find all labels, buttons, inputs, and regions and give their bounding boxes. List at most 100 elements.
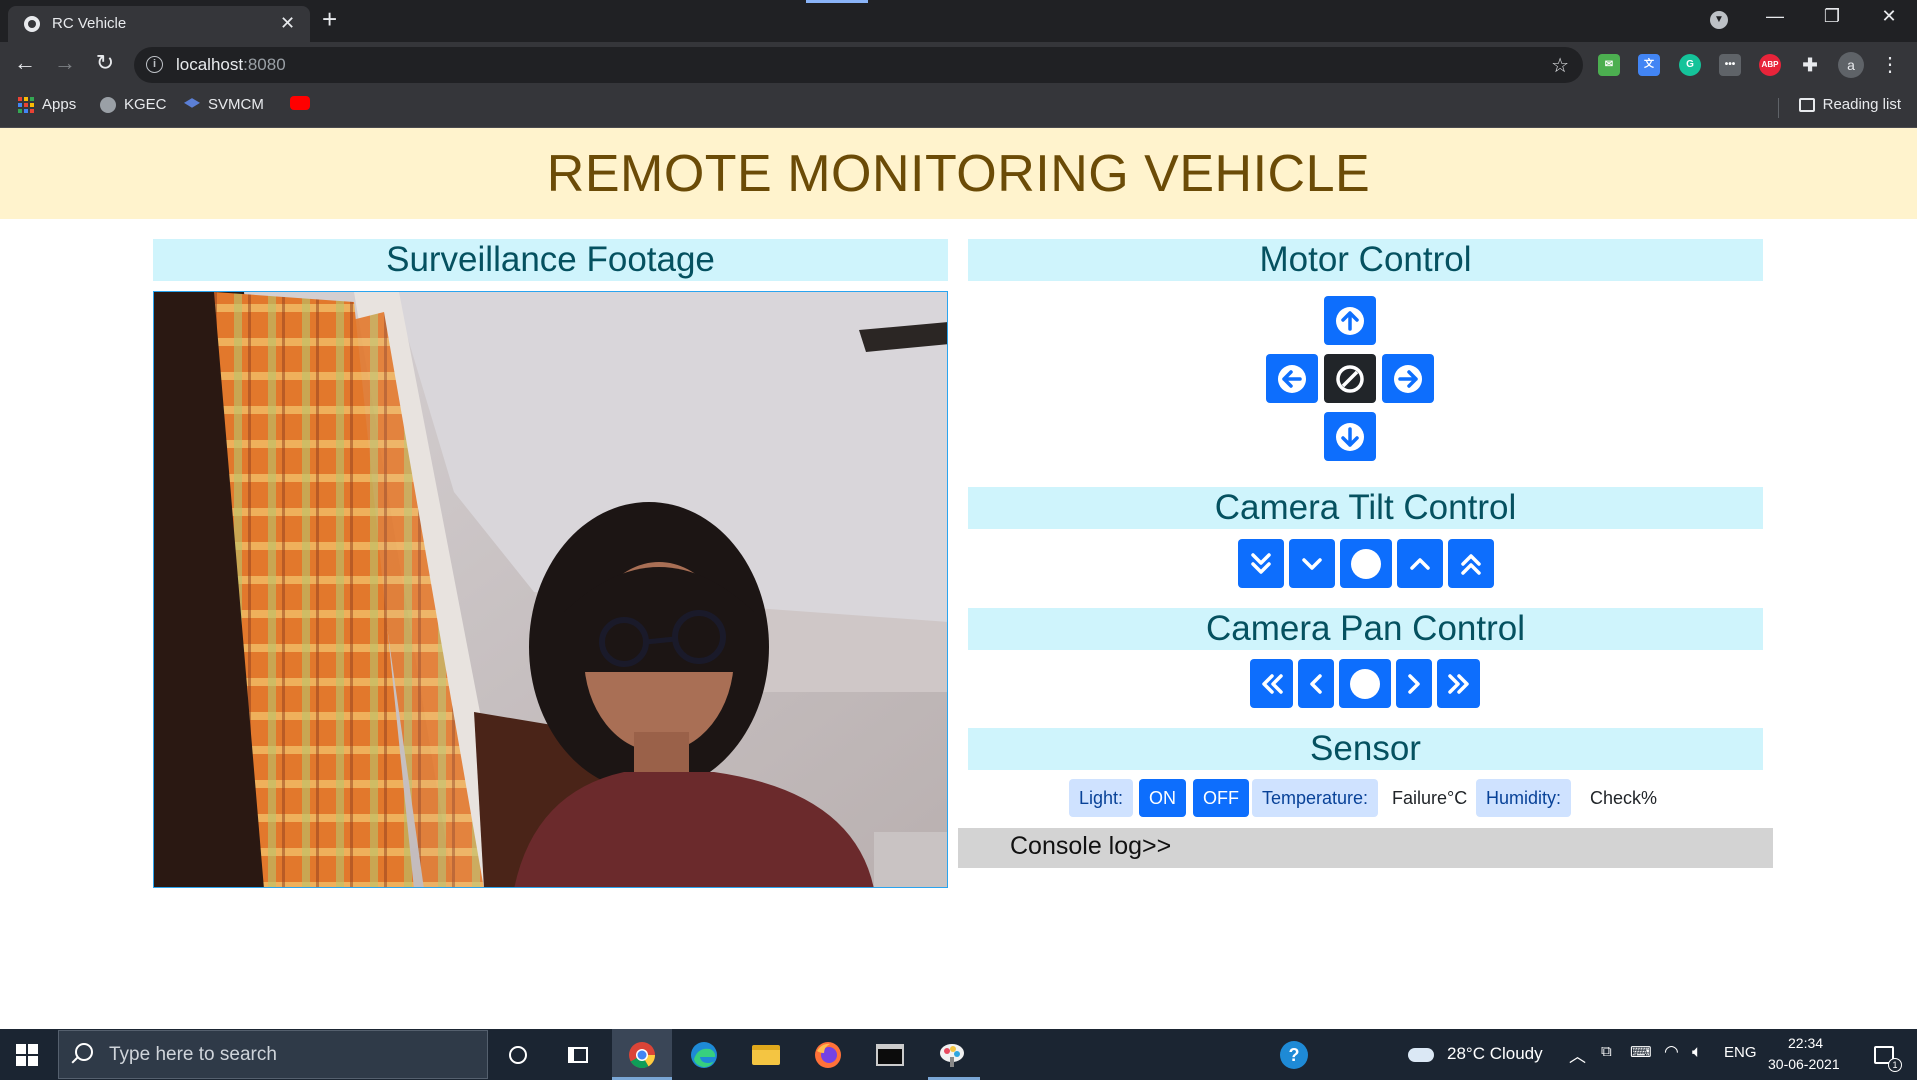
forward-button[interactable]: →	[50, 50, 80, 76]
chevron-double-right-icon	[1447, 673, 1469, 694]
restore-button[interactable]: ❐	[1809, 6, 1855, 27]
notification-center-icon[interactable]: 1	[1866, 1037, 1902, 1073]
help-icon[interactable]: ?	[1276, 1037, 1312, 1073]
light-on-button[interactable]: ON	[1139, 779, 1186, 817]
circle-icon	[1351, 548, 1381, 579]
apps-grid-icon	[18, 96, 34, 113]
extension-adblock-icon[interactable]: ABP	[1759, 54, 1781, 76]
chevron-double-up-icon	[1461, 553, 1481, 575]
url-port: :8080	[243, 55, 286, 74]
bookmark-label: SVMCM	[208, 96, 264, 113]
taskbar-search-placeholder: Type here to search	[109, 1044, 277, 1065]
extensions-puzzle-icon[interactable]: ✚	[1799, 54, 1821, 76]
camera-frame-image	[154, 292, 947, 887]
tilt-center-button[interactable]	[1340, 539, 1392, 588]
back-button[interactable]: ←	[10, 50, 40, 76]
browser-tab[interactable]: RC Vehicle ✕	[8, 6, 310, 42]
taskbar-search-box[interactable]: Type here to search	[58, 1030, 488, 1079]
extension-more-icon[interactable]: •••	[1719, 54, 1741, 76]
close-window-button[interactable]: ✕	[1866, 6, 1912, 27]
pan-center-button[interactable]	[1339, 659, 1391, 708]
arrow-right-circle-icon	[1394, 364, 1422, 393]
temperature-value: Failure°C	[1392, 788, 1468, 808]
arrow-down-circle-icon	[1336, 422, 1364, 451]
motor-left-button[interactable]	[1266, 354, 1318, 403]
minimize-button[interactable]: —	[1752, 6, 1798, 27]
new-tab-button[interactable]: +	[322, 6, 337, 32]
reading-list-label: Reading list	[1822, 96, 1901, 113]
bookmark-star-icon[interactable]: ☆	[1551, 53, 1569, 78]
terminal-icon[interactable]	[872, 1037, 908, 1073]
url-text[interactable]: localhost:8080	[176, 55, 286, 75]
graduation-cap-icon	[184, 98, 200, 108]
pan-right-fast-button[interactable]	[1437, 659, 1480, 708]
youtube-icon	[290, 96, 310, 110]
extension-mail-icon[interactable]: ✉	[1598, 54, 1620, 76]
file-explorer-icon[interactable]	[748, 1037, 784, 1073]
console-log-label: Console log>>	[1010, 832, 1172, 860]
extension-translate-icon[interactable]: 文	[1638, 54, 1660, 76]
wifi-icon[interactable]: ◠	[1664, 1042, 1679, 1062]
cortana-icon[interactable]	[500, 1037, 536, 1073]
bookmark-svmcm[interactable]: SVMCM	[184, 96, 264, 113]
page-content: REMOTE MONITORING VEHICLE Surveillance F…	[0, 128, 1917, 1029]
profile-avatar[interactable]: a	[1838, 52, 1864, 78]
site-info-icon[interactable]: i	[146, 56, 163, 73]
pan-left-button[interactable]	[1298, 659, 1334, 708]
weather-cloud-icon[interactable]	[1406, 1037, 1436, 1073]
edge-icon[interactable]	[686, 1037, 722, 1073]
tab-title: RC Vehicle	[52, 15, 127, 32]
bookmark-apps[interactable]: Apps	[18, 96, 76, 113]
paint-app-icon[interactable]	[934, 1037, 970, 1073]
humidity-value: Check%	[1590, 788, 1658, 808]
clock-date[interactable]: 30-06-2021	[1768, 1056, 1840, 1072]
motor-stop-button[interactable]	[1324, 354, 1376, 403]
motor-control-heading: Motor Control	[968, 239, 1763, 281]
temperature-label: Temperature:	[1252, 779, 1379, 817]
volume-icon[interactable]: 🔈︎	[1692, 1042, 1702, 1062]
motor-right-button[interactable]	[1382, 354, 1434, 403]
tilt-up-button[interactable]	[1397, 539, 1443, 588]
windows-start-icon[interactable]	[16, 1044, 38, 1066]
input-indicator-icon[interactable]: ⌨	[1630, 1043, 1652, 1061]
light-off-button[interactable]: OFF	[1193, 779, 1249, 817]
camera-pan-heading: Camera Pan Control	[968, 608, 1763, 650]
chrome-icon[interactable]	[624, 1037, 660, 1073]
chevron-double-left-icon	[1261, 673, 1283, 694]
bookmark-label: KGEC	[124, 96, 167, 113]
bookmark-youtube[interactable]	[290, 96, 310, 110]
console-log-panel: Console log>>	[958, 828, 1773, 868]
motor-backward-button[interactable]	[1324, 412, 1376, 461]
circle-icon	[1350, 668, 1380, 699]
reload-button[interactable]: ↻	[90, 50, 120, 76]
language-indicator[interactable]: ENG	[1724, 1044, 1757, 1061]
pan-left-fast-button[interactable]	[1250, 659, 1293, 708]
chevron-right-icon	[1408, 673, 1420, 694]
chevron-up-icon	[1410, 557, 1430, 570]
chevron-left-icon	[1310, 673, 1322, 694]
meet-now-icon[interactable]: ⧉	[1601, 1043, 1612, 1060]
close-tab-icon[interactable]: ✕	[280, 13, 295, 34]
firefox-icon[interactable]	[810, 1037, 846, 1073]
tab-search-icon[interactable]: ▼	[1710, 11, 1728, 29]
tilt-down-button[interactable]	[1289, 539, 1335, 588]
chevron-up-icon[interactable]: ︿	[1569, 1042, 1586, 1067]
surveillance-video-feed	[153, 291, 948, 888]
url-host: localhost	[176, 55, 244, 74]
extension-grammarly-icon[interactable]: G	[1679, 54, 1701, 76]
reading-list-button[interactable]: Reading list	[1798, 96, 1901, 113]
tilt-down-fast-button[interactable]	[1238, 539, 1284, 588]
bookmark-kgec[interactable]: KGEC	[100, 96, 167, 113]
light-label: Light:	[1069, 779, 1134, 817]
task-view-icon[interactable]	[560, 1037, 596, 1073]
globe-icon	[24, 16, 40, 32]
pan-right-button[interactable]	[1396, 659, 1432, 708]
clock-time[interactable]: 22:34	[1788, 1035, 1823, 1051]
tilt-up-fast-button[interactable]	[1448, 539, 1494, 588]
weather-text[interactable]: 28°C Cloudy	[1447, 1044, 1543, 1064]
divider	[1778, 98, 1779, 118]
chevron-double-down-icon	[1251, 552, 1271, 574]
address-bar[interactable]: i localhost:8080 ☆	[134, 47, 1583, 83]
motor-forward-button[interactable]	[1324, 296, 1376, 345]
browser-menu-icon[interactable]: ⋮	[1880, 52, 1900, 77]
